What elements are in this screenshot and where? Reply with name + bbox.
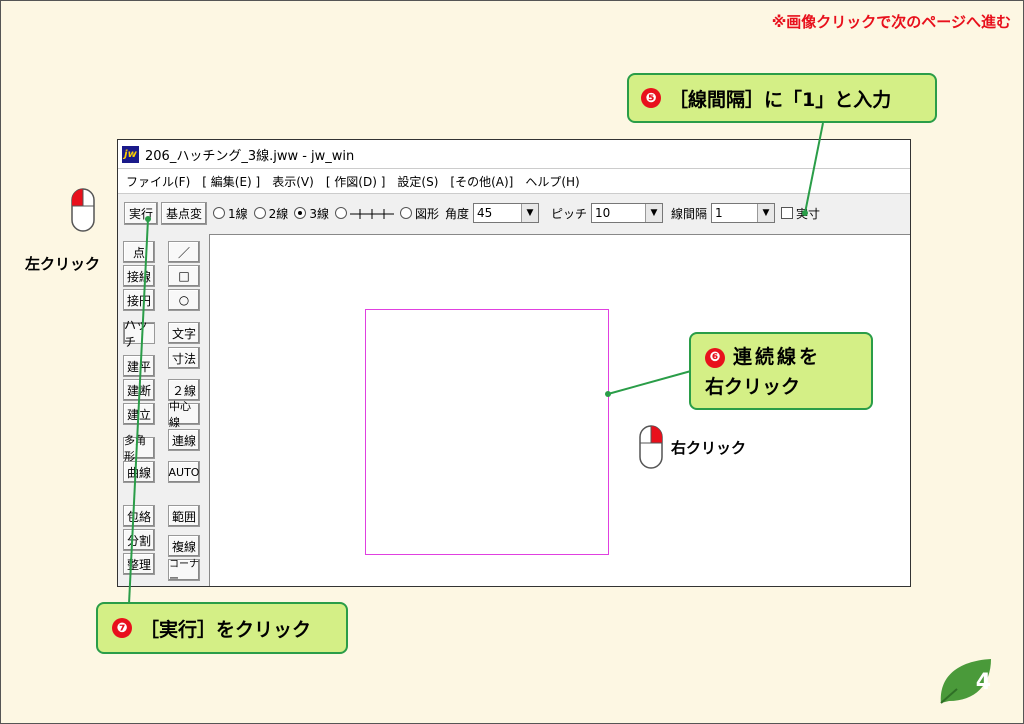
step-7-badge: ❼	[112, 618, 132, 638]
page-number: 4	[975, 670, 991, 695]
step-6-text-line1: 連続線を	[733, 346, 822, 368]
right-click-label: 右クリック	[671, 439, 747, 457]
step-5-text: ［線間隔］に「1」と入力	[669, 88, 892, 111]
callout-step-7: ❼ ［実行］をクリック	[96, 602, 348, 654]
step-6-text-line2: 右クリック	[705, 376, 801, 398]
step-5-badge: ❺	[641, 88, 661, 108]
slide[interactable]: ※画像クリックで次のページへ進む 左クリック jw 206_ハッチング_3線.j…	[0, 0, 1024, 724]
right-click-mouse-icon	[639, 425, 663, 469]
callout-step-6: ❻ 連続線を 右クリック	[689, 332, 873, 410]
callout-step-5: ❺ ［線間隔］に「1」と入力	[627, 73, 937, 123]
step-7-text: ［実行］をクリック	[140, 618, 312, 641]
step-6-badge: ❻	[705, 347, 725, 368]
